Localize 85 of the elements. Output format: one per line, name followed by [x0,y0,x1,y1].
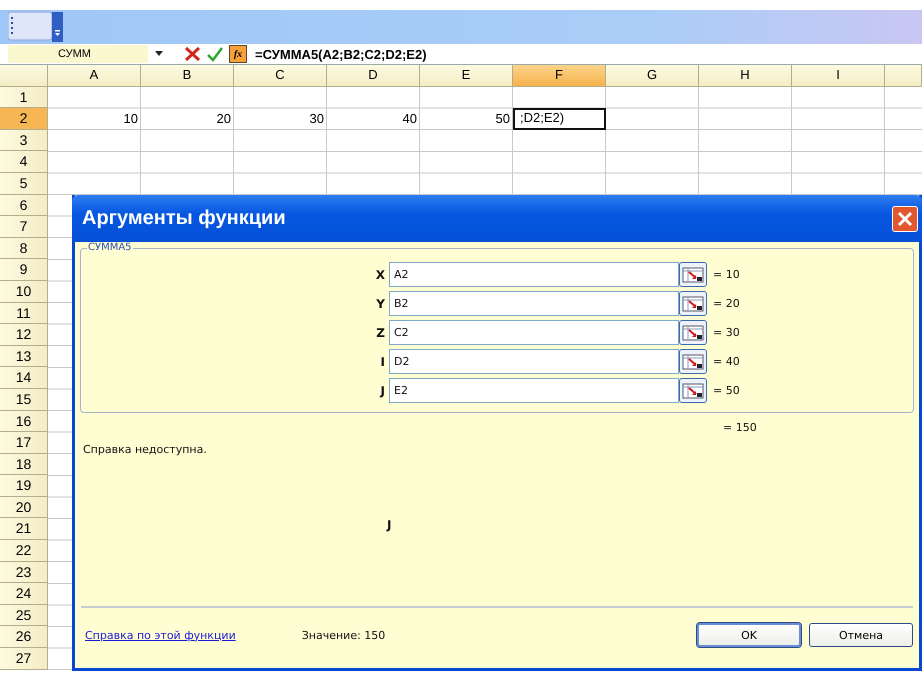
row-header[interactable]: 3 [0,130,48,152]
argument-label: I [380,354,386,368]
row-header[interactable]: 2 [0,108,48,130]
argument-field[interactable]: C2 [389,320,679,345]
row-header[interactable]: 11 [0,302,48,324]
help-link[interactable]: Справка по этой функции [85,628,236,642]
range-select-icon[interactable] [682,266,704,282]
table-cell[interactable]: 30 [234,108,327,130]
column-header[interactable]: I [792,65,885,87]
row-header[interactable]: 27 [0,648,48,670]
column-header[interactable]: E [420,65,513,87]
dropdown-caret-icon[interactable] [154,51,164,57]
row-header[interactable]: 12 [0,324,48,346]
total-result: = 150 [723,421,758,435]
cancel-icon[interactable] [184,46,201,62]
argument-result: = 20 [712,297,741,310]
row-header[interactable]: 13 [0,346,48,368]
row-header[interactable]: 8 [0,238,48,260]
result-value: Значение: 150 [302,628,386,642]
row-header[interactable]: 1 [0,86,48,108]
toolbar-handle-icon[interactable] [8,10,64,43]
column-header[interactable]: F [513,65,606,87]
dialog-button[interactable]: Отмена [809,623,913,647]
column-header[interactable]: H [699,65,792,87]
row-header[interactable]: 19 [0,475,48,497]
argument-field[interactable]: B2 [389,291,679,316]
argument-label: Z [375,326,386,340]
column-header[interactable]: A [48,65,141,87]
name-box[interactable]: СУММ [8,45,148,63]
checkmark-icon[interactable] [207,46,223,62]
argument-result: = 10 [712,268,741,281]
table-cell[interactable]: 20 [141,108,234,130]
close-icon[interactable] [897,210,913,226]
row-header[interactable]: 14 [0,367,48,389]
row-header[interactable]: 7 [0,216,48,238]
column-header[interactable]: D [327,65,420,87]
range-select-icon[interactable] [682,354,704,370]
argument-result: = 30 [712,326,741,339]
row-header[interactable]: 10 [0,280,48,303]
row-header[interactable]: 18 [0,454,48,476]
range-select-icon[interactable] [682,324,704,340]
collapse-dialog-button[interactable] [679,320,707,345]
row-header[interactable]: 22 [0,540,48,562]
column-header[interactable]: G [606,65,699,87]
function-description: Справка недоступна. [83,443,208,456]
formula-text[interactable]: =СУММА5(A2;B2;C2;D2;E2) [255,46,427,62]
row-header[interactable]: 20 [0,496,48,518]
table-cell[interactable]: 50 [420,108,513,130]
column-header[interactable]: C [234,65,327,87]
collapse-dialog-button[interactable] [679,378,707,403]
argument-result: = 50 [712,384,741,397]
column-header[interactable]: B [141,65,234,87]
row-header[interactable]: 4 [0,151,48,173]
range-select-icon[interactable] [682,296,704,312]
insert-function-button[interactable]: fx [229,45,247,63]
argument-label: X [374,268,386,282]
row-header[interactable]: 9 [0,259,48,281]
collapse-dialog-button[interactable] [679,262,707,287]
argument-field[interactable]: E2 [389,378,679,403]
row-header[interactable]: 23 [0,562,48,584]
row-header[interactable]: 21 [0,518,48,540]
row-header[interactable]: 26 [0,626,48,648]
table-cell[interactable]: 10 [48,108,141,130]
argument-label: J [378,384,386,398]
collapse-dialog-button[interactable] [679,349,707,374]
argument-field[interactable]: A2 [389,262,679,287]
table-cell[interactable]: ;D2;E2) [513,108,606,130]
row-header[interactable]: 25 [0,604,48,626]
close-button[interactable] [892,206,918,232]
dialog-title: Аргументы функции [82,207,286,230]
argument-label: Y [375,296,386,310]
group-label: СУММА5 [87,242,133,253]
row-header[interactable]: 5 [0,172,48,195]
range-select-icon[interactable] [682,382,704,398]
argument-help: J [387,518,392,532]
table-cell[interactable]: 40 [327,108,420,130]
argument-result: = 40 [712,355,741,368]
collapse-dialog-button[interactable] [679,291,707,316]
row-header[interactable]: 16 [0,410,48,432]
argument-field[interactable]: D2 [389,349,679,374]
row-header[interactable]: 17 [0,432,48,454]
row-header[interactable]: 15 [0,388,48,410]
row-header[interactable]: 24 [0,583,48,605]
row-header[interactable]: 6 [0,194,48,216]
dialog-button[interactable]: OK [697,623,801,647]
